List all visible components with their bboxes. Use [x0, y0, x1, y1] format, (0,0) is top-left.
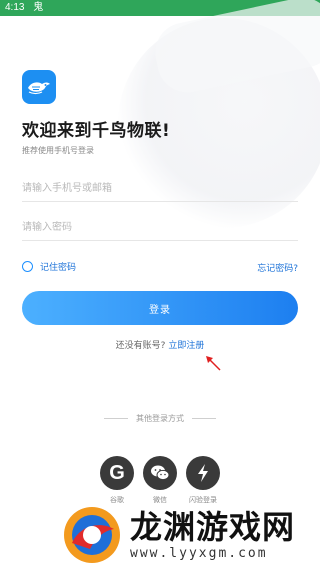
flash-icon	[198, 464, 208, 482]
forgot-password-link[interactable]: 忘记密码?	[257, 261, 298, 274]
remember-password-toggle[interactable]: 记住密码	[22, 260, 76, 273]
divider-line-right	[192, 418, 216, 419]
register-prompt-line: 还没有账号? 立即注册	[0, 338, 320, 351]
app-logo	[22, 70, 56, 104]
register-prompt: 还没有账号?	[115, 341, 169, 351]
other-login-title: 其他登录方式	[136, 414, 184, 423]
other-login-divider: 其他登录方式	[0, 413, 320, 424]
password-input[interactable]	[22, 216, 298, 239]
annotation-arrow-icon	[206, 356, 221, 371]
remember-password-label: 记住密码	[40, 263, 77, 273]
remember-radio[interactable]	[22, 261, 33, 272]
welcome-title: 欢迎来到千鸟物联!	[22, 121, 171, 141]
register-link[interactable]: 立即注册	[168, 341, 204, 351]
wechat-icon	[151, 465, 170, 481]
site-watermark: 龙渊游戏网 www.lyyxgm.com	[60, 502, 320, 568]
watermark-url: www.lyyxgm.com	[130, 545, 268, 561]
phone-email-field	[22, 176, 298, 202]
divider-line-left	[104, 418, 128, 419]
phone-email-input[interactable]	[22, 177, 298, 200]
bird-logo-icon	[28, 82, 50, 95]
wechat-login-button[interactable]	[143, 456, 177, 490]
google-icon: G	[109, 461, 125, 484]
status-time: 4:13	[5, 2, 25, 13]
watermark-title: 龙渊游戏网	[130, 507, 296, 546]
login-subtitle: 推荐使用手机号登录	[22, 146, 94, 155]
login-button[interactable]: 登录	[22, 291, 298, 325]
status-app-icon: 鬼	[33, 2, 44, 13]
flash-login-button[interactable]	[186, 456, 220, 490]
password-field	[22, 215, 298, 241]
dragon-logo-icon	[60, 503, 124, 567]
google-login-button[interactable]: G	[100, 456, 134, 490]
